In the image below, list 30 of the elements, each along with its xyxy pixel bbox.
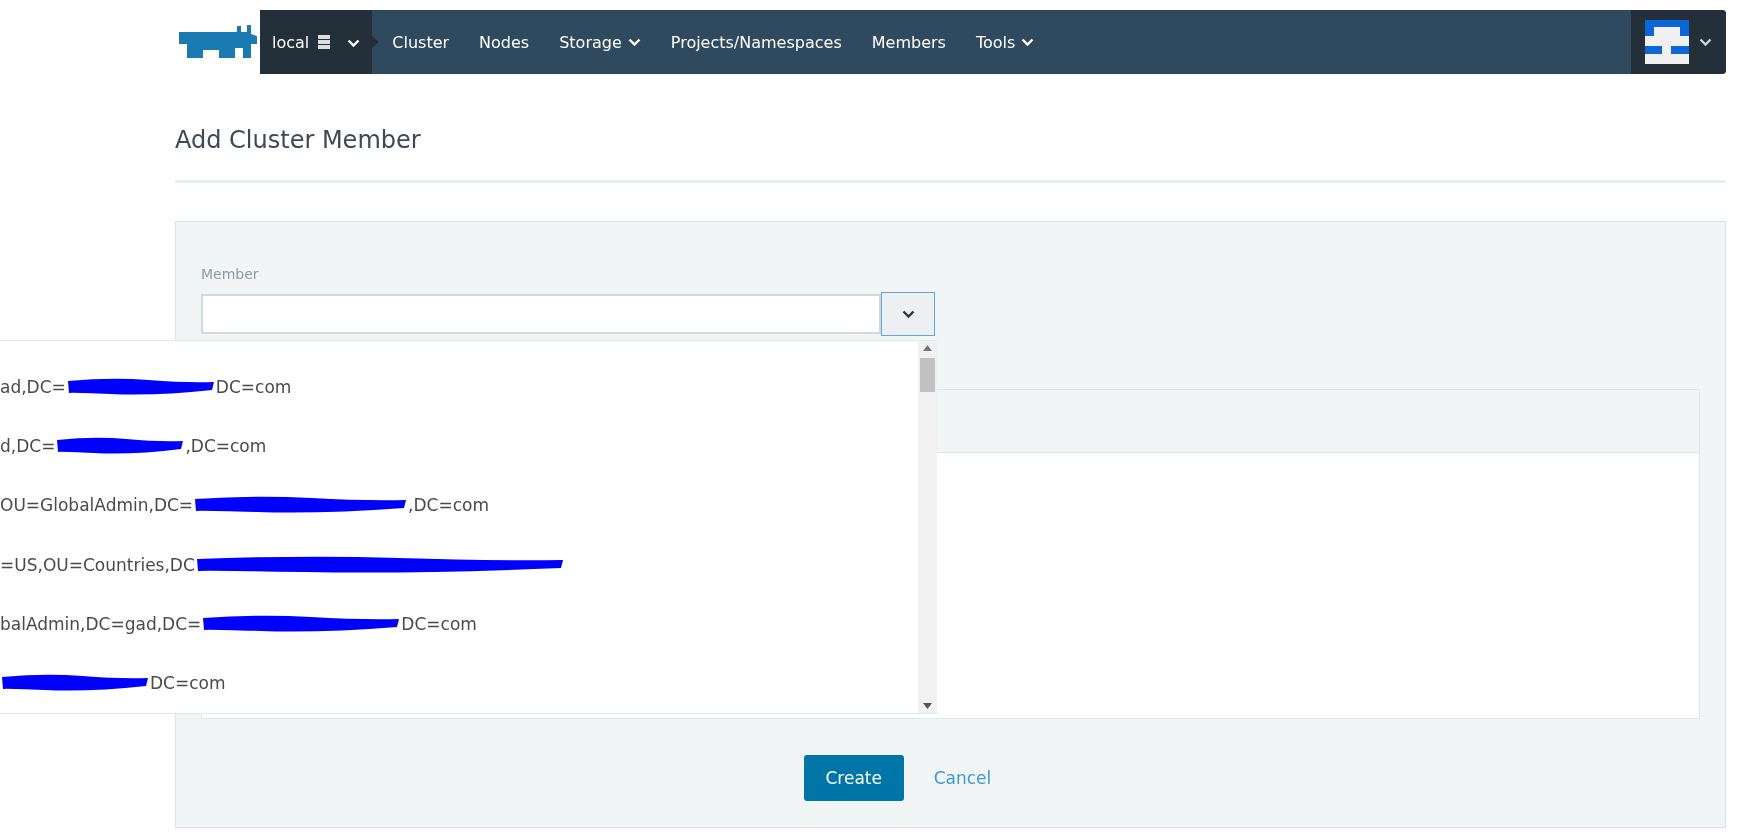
caret-icon	[1021, 37, 1035, 47]
page-title: Add Cluster Member	[175, 125, 422, 156]
nav-link[interactable]: Cluster	[380, 32, 462, 52]
dropdown-option[interactable]: d,DC= ,DC=com	[0, 416, 918, 476]
avatar-icon	[1645, 20, 1689, 64]
caret-icon	[1699, 37, 1712, 47]
user-menu[interactable]	[1631, 10, 1726, 74]
scroll-down-icon[interactable]	[923, 703, 932, 709]
dropdown-option[interactable]: =US,OU=Countries,DC	[0, 535, 918, 595]
dropdown-option[interactable]: OU=GlobalAdmin,DC= ,DC=com	[0, 475, 918, 535]
nav-link[interactable]: Projects/Namespaces	[658, 32, 854, 52]
caret-icon	[901, 309, 915, 319]
scroll-thumb[interactable]	[920, 358, 935, 392]
pointer-icon	[372, 36, 380, 48]
dropdown-option[interactable]: DC=com	[0, 653, 918, 713]
nav-link[interactable]: Storage	[547, 32, 653, 52]
nav-link[interactable]: Tools	[963, 32, 1047, 52]
caret-icon	[347, 38, 361, 48]
member-field[interactable]	[201, 294, 881, 334]
scroll-up-icon[interactable]	[923, 345, 932, 351]
nav-link[interactable]: Nodes	[467, 32, 542, 52]
dropdown-option[interactable]: balAdmin,DC=gad,DC= DC=com	[0, 594, 918, 654]
create-button[interactable]: Create	[803, 755, 904, 801]
field-label: Member	[201, 266, 259, 282]
server-icon	[317, 34, 332, 50]
scrollbar[interactable]	[918, 341, 937, 713]
dropdown-option[interactable]: ad,DC= DC=com	[0, 357, 918, 417]
caret-icon	[627, 37, 641, 47]
dropdown-button[interactable]	[881, 292, 935, 336]
nav-link[interactable]: Members	[859, 32, 958, 52]
